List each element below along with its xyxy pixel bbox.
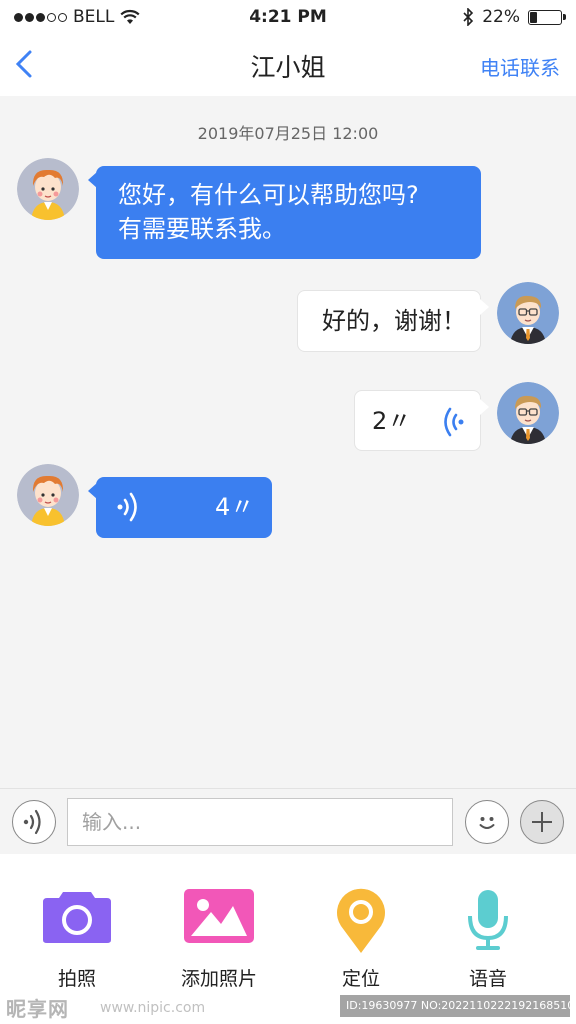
message-bubble-outgoing[interactable]: 好的，谢谢！ bbox=[297, 290, 489, 352]
avatar-female[interactable] bbox=[17, 464, 79, 526]
message-text: 好的，谢谢！ bbox=[322, 307, 466, 335]
watermark-id: ID:19630977 NO:20221102221921685103 bbox=[340, 995, 570, 1017]
more-options-button[interactable] bbox=[520, 800, 564, 844]
panel-label: 语音 bbox=[468, 968, 507, 990]
voice-wave-icon bbox=[23, 809, 41, 835]
watermark-url: www.nipic.com bbox=[100, 1000, 206, 1016]
microphone-icon bbox=[418, 888, 558, 958]
message-text-line: 您好，有什么可以帮助您吗? bbox=[118, 181, 419, 209]
battery-icon bbox=[528, 9, 566, 25]
watermark-logo: 昵享网 bbox=[6, 997, 69, 1021]
location-pin-icon bbox=[291, 888, 431, 958]
message-text-line: 有需要联系我。 bbox=[118, 215, 286, 243]
message-bubble-incoming[interactable]: 您好，有什么可以帮助您吗? 有需要联系我。 bbox=[88, 166, 481, 259]
bluetooth-icon bbox=[463, 8, 474, 26]
panel-item-voice[interactable]: 语音 bbox=[418, 888, 558, 998]
status-bar: BELL 4:21 PM 22% bbox=[0, 0, 576, 34]
voice-wave-icon bbox=[117, 492, 137, 522]
voice-toggle-button[interactable] bbox=[12, 800, 56, 844]
navigation-bar: 江小姐 电话联系 bbox=[0, 34, 576, 96]
message-input[interactable] bbox=[67, 798, 453, 846]
panel-item-camera[interactable]: 拍照 bbox=[7, 888, 147, 998]
input-bar bbox=[0, 788, 576, 854]
voice-duration: 4〃 bbox=[215, 493, 255, 521]
voice-message-outgoing[interactable]: 2〃 bbox=[354, 390, 489, 451]
chat-area[interactable]: 2019年07月25日 12:00 您好，有什么可以帮助您吗? 有需要联系我。 … bbox=[0, 96, 576, 788]
voice-wave-icon bbox=[444, 407, 464, 437]
avatar-female[interactable] bbox=[17, 158, 79, 220]
status-right: 22% bbox=[462, 7, 566, 27]
plus-icon bbox=[532, 812, 552, 832]
call-button[interactable]: 电话联系 bbox=[480, 52, 560, 81]
smiley-icon bbox=[479, 817, 495, 829]
panel-label: 拍照 bbox=[57, 968, 96, 990]
chevron-left-icon bbox=[15, 50, 32, 78]
chat-timestamp: 2019年07月25日 12:00 bbox=[197, 124, 379, 143]
panel-item-photo[interactable]: 添加照片 bbox=[149, 888, 289, 998]
panel-label: 添加照片 bbox=[180, 968, 257, 990]
avatar-male[interactable] bbox=[497, 382, 559, 444]
camera-icon bbox=[7, 888, 147, 958]
voice-duration: 2〃 bbox=[372, 407, 412, 435]
battery-percent: 22% bbox=[482, 7, 520, 27]
avatar-male[interactable] bbox=[497, 282, 559, 344]
panel-label: 定位 bbox=[341, 968, 380, 990]
voice-message-incoming[interactable]: 4〃 bbox=[88, 477, 272, 538]
emoji-button[interactable] bbox=[465, 800, 509, 844]
back-button[interactable] bbox=[8, 42, 52, 86]
panel-item-location[interactable]: 定位 bbox=[291, 888, 431, 998]
photo-icon bbox=[149, 888, 289, 958]
